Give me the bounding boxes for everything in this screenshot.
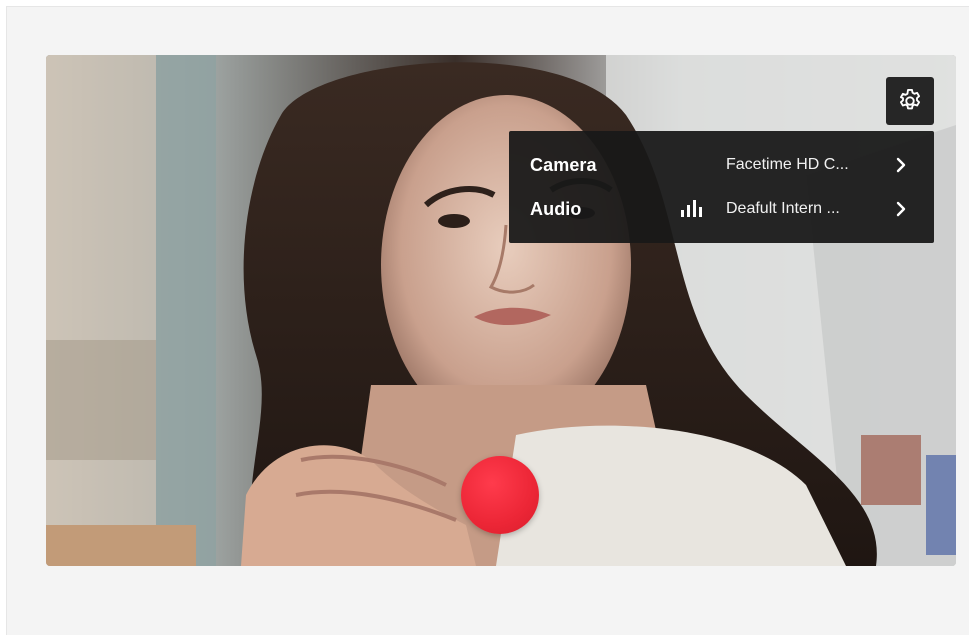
gear-icon	[899, 88, 921, 110]
device-settings-menu: Camera Facetime HD C... Audio Deafult In…	[509, 131, 934, 243]
chevron-right-icon	[896, 157, 906, 173]
camera-label: Camera	[530, 154, 597, 175]
video-recorder-panel: Camera Facetime HD C... Audio Deafult In…	[6, 6, 969, 635]
camera-value: Facetime HD C...	[726, 156, 849, 173]
audio-source-row[interactable]: Audio Deafult Intern ...	[509, 187, 934, 231]
audio-value: Deafult Intern ...	[726, 200, 840, 217]
audio-level-icon	[681, 200, 702, 217]
settings-button[interactable]	[886, 77, 934, 125]
camera-preview: Camera Facetime HD C... Audio Deafult In…	[46, 55, 956, 566]
camera-source-row[interactable]: Camera Facetime HD C...	[509, 143, 934, 187]
record-button[interactable]	[461, 456, 539, 534]
audio-label: Audio	[530, 198, 582, 219]
chevron-right-icon	[896, 201, 906, 217]
